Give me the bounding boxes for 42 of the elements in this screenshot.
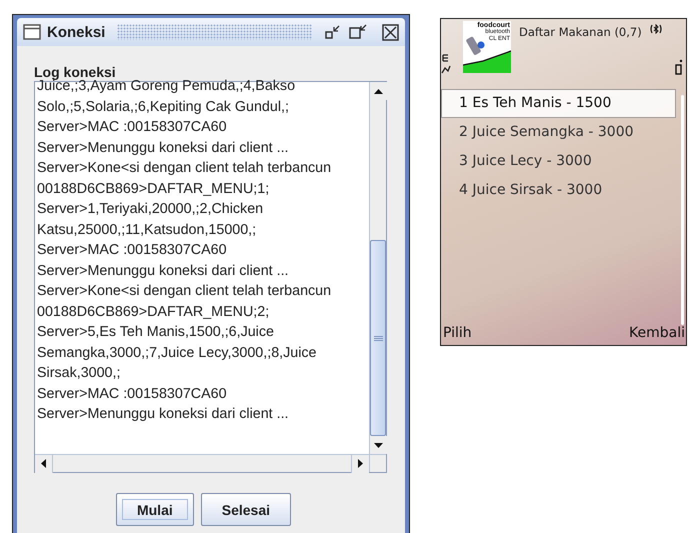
dialog-button[interactable]: Selesai: [200, 493, 292, 526]
log-line: Server>Kone<si dengan client telah terbancun: [37, 159, 332, 178]
log-line: Server>Menunggu koneksi dari client ...: [37, 405, 290, 424]
log-line: Juice,;3,Ayam Goreng Pemuda,;4,Bakso: [37, 78, 296, 96]
close-icon[interactable]: [382, 24, 399, 40]
log-label: Log koneksi: [34, 64, 116, 80]
log-line: Server>MAC :00158307CA60: [37, 384, 228, 404]
scrollbar-corner: [369, 454, 386, 472]
app-logo: [463, 21, 511, 73]
menu-item[interactable]: 3 Juice Lecy - 3000: [441, 147, 676, 176]
scroll-right-icon[interactable]: [358, 459, 363, 468]
log-line: Server>5,Es Teh Manis,1500,;6,Juice: [37, 323, 275, 342]
window-title: Koneksi: [47, 24, 106, 40]
window-icon: [23, 24, 41, 40]
log-line: Server>Kone<si dengan client telah terbancun: [37, 282, 332, 301]
restore-icon[interactable]: [348, 24, 368, 40]
right-softkey[interactable]: Kembali: [629, 325, 685, 341]
scrollbar-thumb[interactable]: [370, 240, 386, 436]
log-line: Server>MAC :00158307CA60: [37, 241, 228, 260]
bluetooth-icon: [650, 24, 662, 34]
menu-item[interactable]: 1 Es Teh Manis - 1500: [441, 89, 676, 118]
log-line: Sirsak,3000,;: [37, 364, 122, 383]
log-line: Solo,;5,Solaria,;6,Kepiting Cak Gundul,;: [37, 98, 290, 116]
log-line: Server>Menunggu koneksi dari client ...: [37, 138, 290, 158]
scroll-down-icon[interactable]: [374, 442, 383, 448]
log-line: Server>Menunggu koneksi dari client ...: [37, 262, 290, 280]
log-line: Server>1,Teriyaki,20000,;2,Chicken: [37, 200, 264, 219]
log-line: Katsu,25000,;11,Katsudon,15000,;: [37, 220, 258, 240]
log-line: 00188D6CB869>DAFTAR_MENU;1;: [37, 180, 270, 198]
menu-item[interactable]: 2 Juice Semangka - 3000: [441, 118, 676, 147]
minimize-icon[interactable]: [324, 24, 342, 40]
log-line: 00188D6CB869>DAFTAR_MENU;2;: [37, 302, 270, 322]
battery-icon: [675, 59, 683, 75]
menu-item[interactable]: 4 Juice Sirsak - 3000: [441, 176, 676, 205]
dialog-button[interactable]: Mulai: [116, 493, 194, 526]
screen-title: Daftar Makanan (0,7): [519, 25, 642, 39]
log-line: Server>MAC :00158307CA60: [37, 118, 228, 137]
log-text-area[interactable]: [34, 81, 387, 473]
left-softkey[interactable]: Pilih: [443, 325, 472, 341]
log-line: Semangka,3000,;7,Juice Lecy,3000,;8,Juice: [37, 344, 318, 362]
scroll-left-icon[interactable]: [41, 459, 46, 468]
scroll-up-icon[interactable]: [374, 88, 383, 94]
